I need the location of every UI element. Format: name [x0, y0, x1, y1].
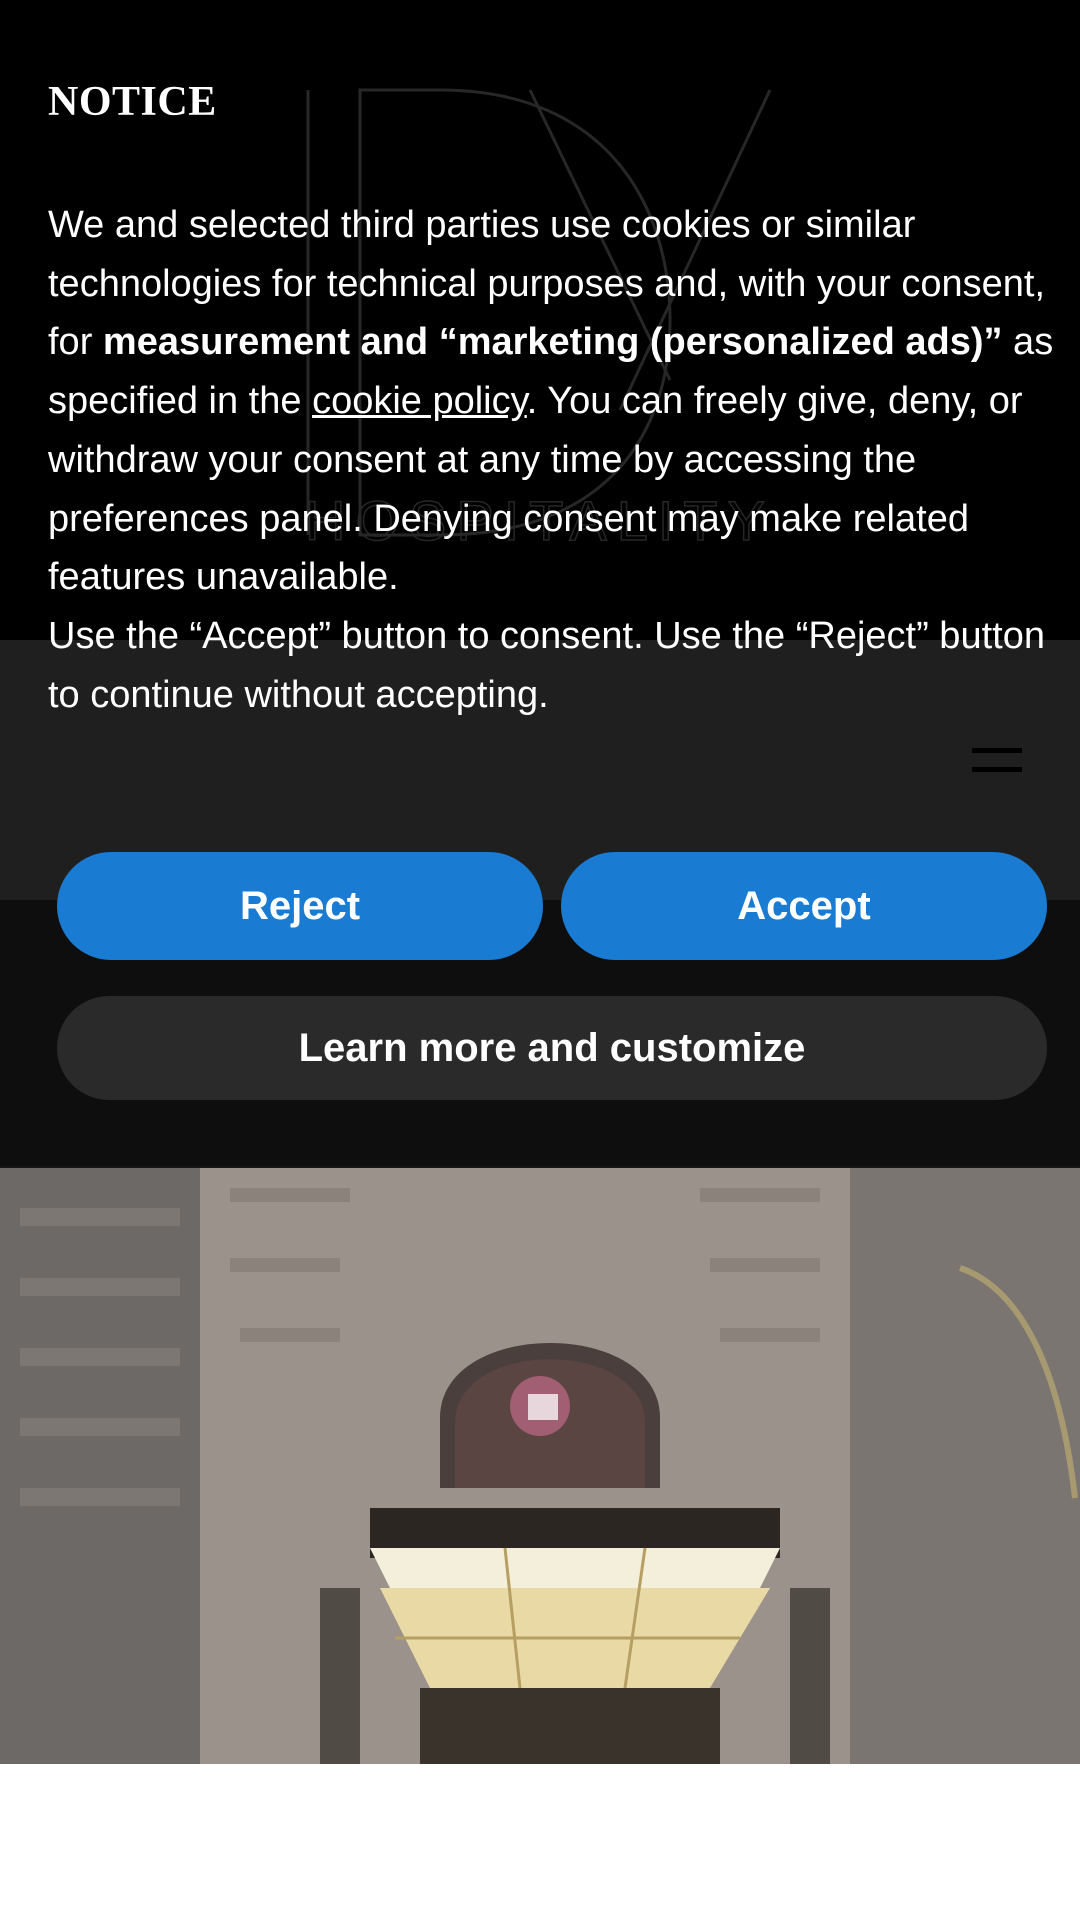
hero-image — [0, 1168, 1080, 1764]
accept-button[interactable]: Accept — [561, 852, 1047, 960]
page: HOSPITALITY NOTICE We and selected third… — [0, 0, 1080, 1920]
learn-more-customize-button[interactable]: Learn more and customize — [57, 996, 1047, 1100]
notice-instructions: Use the “Accept” button to consent. Use … — [48, 614, 1045, 716]
notice-title: NOTICE — [48, 79, 217, 125]
cookie-consent-banner: NOTICE We and selected third parties use… — [0, 0, 1080, 1166]
notice-body: We and selected third parties use cookie… — [48, 196, 1058, 724]
notice-emphasis: measurement and “marketing (personalized… — [102, 321, 1003, 364]
reject-button[interactable]: Reject — [57, 852, 543, 960]
cookie-policy-link[interactable]: cookie policy — [312, 380, 527, 422]
